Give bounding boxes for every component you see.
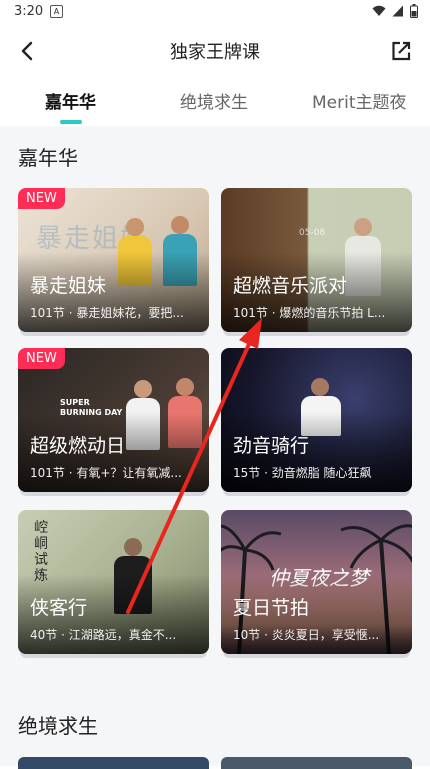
card-subtitle: 15节 · 劲音燃脂 随心狂飙 <box>233 466 372 480</box>
course-card[interactable]: SUPER BURNING DAY NEW 超级燃动日 101节 · 有氧+？让… <box>18 348 209 492</box>
course-card[interactable]: 暴走姐妹 NEW 暴走姐妹 101节 · 暴走姐妹花，要把... <box>18 188 209 332</box>
tab-indicator <box>60 120 82 124</box>
course-card[interactable]: 崆峒试炼 侠客行 40节 · 江湖路远，真金不... <box>18 510 209 654</box>
wifi-icon <box>372 5 386 16</box>
course-card-partial[interactable] <box>18 757 209 769</box>
course-card[interactable]: 仲夏夜之梦 夏日节拍 10节 · 炎炎夏日，享受惬... <box>221 510 412 654</box>
card-subtitle: 101节 · 暴走姐妹花，要把... <box>30 306 184 320</box>
card-title: 劲音骑行 <box>233 435 310 457</box>
battery-icon <box>410 4 418 18</box>
card-subtitle: 101节 · 爆燃的音乐节拍 L... <box>233 306 386 320</box>
card-title: 夏日节拍 <box>233 597 310 619</box>
new-badge: NEW <box>18 188 65 209</box>
tab-survival[interactable]: 绝境求生 <box>180 88 248 113</box>
course-card[interactable]: 05-08 超燃音乐派对 101节 · 爆燃的音乐节拍 L... <box>221 188 412 332</box>
share-icon <box>392 41 411 61</box>
status-bar: 3:20 A <box>0 0 430 24</box>
card-subtitle: 10节 · 炎炎夏日，享受惬... <box>233 628 380 642</box>
card-title: 暴走姐妹 <box>30 275 107 297</box>
page-title: 独家王牌课 <box>170 42 260 63</box>
status-icons <box>372 4 418 18</box>
card-title: 超燃音乐派对 <box>233 275 348 297</box>
card-title: 超级燃动日 <box>30 435 126 457</box>
notification-icon: A <box>50 5 63 18</box>
status-time: 3:20 <box>14 4 44 19</box>
tab-bar: 嘉年华 绝境求生 Merit主题夜 <box>0 76 430 126</box>
course-card-partial[interactable] <box>221 757 412 769</box>
card-title: 侠客行 <box>30 597 88 619</box>
card-subtitle: 40节 · 江湖路远，真金不... <box>30 628 177 642</box>
section-title: 嘉年华 <box>18 146 78 170</box>
card-decor-text: 05-08 <box>299 228 326 238</box>
share-button[interactable] <box>386 36 416 66</box>
tab-carnival[interactable]: 嘉年华 <box>45 88 96 113</box>
content-area: 嘉年华 暴走姐妹 NEW 暴走姐妹 101节 · 暴走姐妹花，要把... 05-… <box>0 126 430 766</box>
section-title: 绝境求生 <box>18 714 98 738</box>
course-card[interactable]: 劲音骑行 15节 · 劲音燃脂 随心狂飙 <box>221 348 412 492</box>
new-badge: NEW <box>18 348 65 369</box>
card-subtitle: 101节 · 有氧+？让有氧减... <box>30 466 182 480</box>
tab-merit-night[interactable]: Merit主题夜 <box>312 88 407 113</box>
app-bar: 独家王牌课 <box>0 24 430 76</box>
signal-icon <box>392 5 403 17</box>
